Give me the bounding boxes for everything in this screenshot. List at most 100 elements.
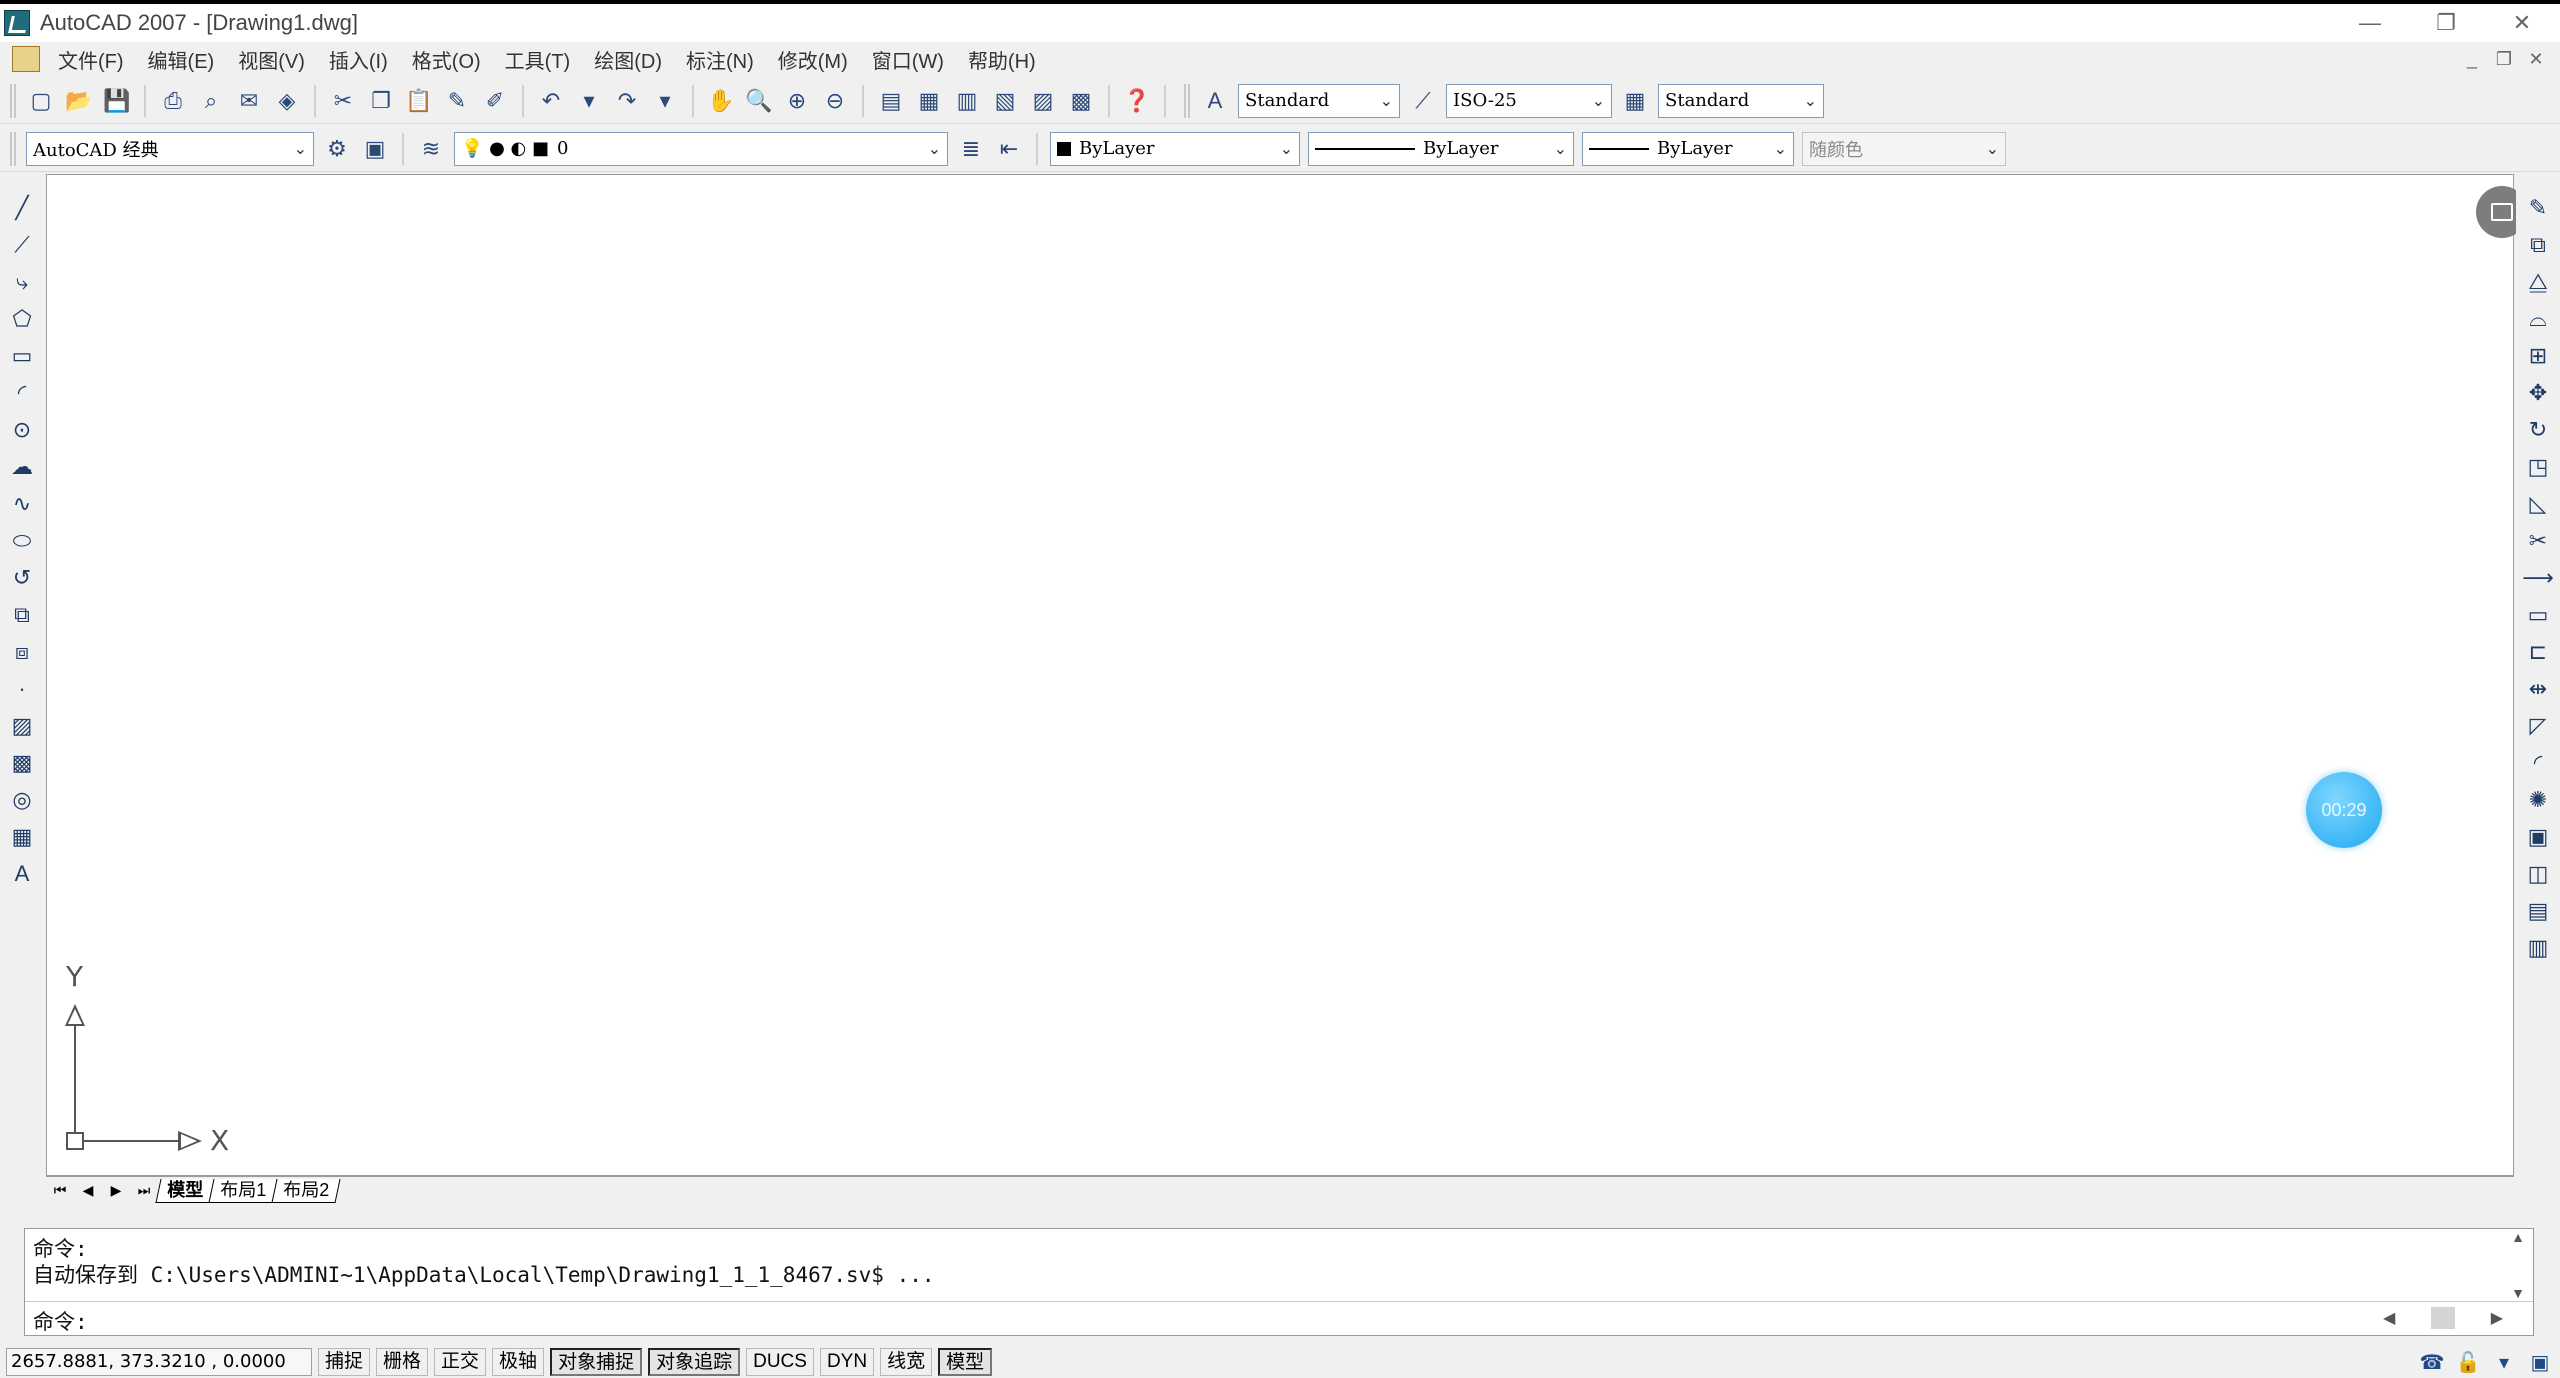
open-file-icon[interactable]: 📂: [64, 86, 94, 116]
zoom-realtime-icon[interactable]: 🔍: [744, 86, 774, 116]
circle-icon[interactable]: ⊙: [6, 414, 38, 446]
pan-icon[interactable]: ✋: [706, 86, 736, 116]
ortho-toggle[interactable]: 正交: [434, 1348, 487, 1376]
menu-view[interactable]: 视图(V): [226, 45, 317, 74]
stretch-icon[interactable]: ◺: [2522, 488, 2554, 520]
arc-icon[interactable]: ◜: [6, 377, 38, 409]
osnap-toggle[interactable]: 对象捕捉: [550, 1348, 643, 1376]
restore-button[interactable]: ❐: [2408, 4, 2484, 42]
menu-file[interactable]: 文件(F): [46, 45, 136, 74]
construction-line-icon[interactable]: ⟋: [6, 229, 38, 261]
zoom-previous-icon[interactable]: ⊖: [820, 86, 850, 116]
scroll-up-icon[interactable]: ▲: [2511, 1229, 2525, 1245]
multiline-text-icon[interactable]: A: [6, 858, 38, 890]
dim-style-select[interactable]: ISO-25 ⌄: [1446, 83, 1612, 118]
menu-edit[interactable]: 编辑(E): [136, 45, 227, 74]
break-at-point-icon[interactable]: ▭: [2522, 599, 2554, 631]
layer-manager-icon[interactable]: ≋: [416, 134, 446, 164]
make-layer-current-icon[interactable]: ≣: [956, 134, 986, 164]
hatch-icon[interactable]: ▨: [6, 710, 38, 742]
break-icon[interactable]: ⊏: [2522, 636, 2554, 668]
minimize-button[interactable]: —: [2332, 4, 2408, 42]
color-select[interactable]: ByLayer ⌄: [1050, 131, 1300, 166]
bring-above-icon[interactable]: ▤: [2522, 895, 2554, 927]
toolbar-grip[interactable]: [1184, 83, 1190, 118]
undo-icon[interactable]: ↶: [536, 86, 566, 116]
command-horizontal-scrollbar[interactable]: ◀ ▶: [2383, 1304, 2503, 1332]
make-block-icon[interactable]: ⧈: [6, 636, 38, 668]
insert-block-icon[interactable]: ⧉: [6, 599, 38, 631]
rotate-icon[interactable]: ↻: [2522, 414, 2554, 446]
first-tab-icon[interactable]: ⏮: [46, 1179, 74, 1203]
revision-cloud-icon[interactable]: ☁: [6, 451, 38, 483]
scale-icon[interactable]: ◳: [2522, 451, 2554, 483]
design-center-icon[interactable]: ▦: [914, 86, 944, 116]
trim-icon[interactable]: ✂: [2522, 525, 2554, 557]
point-icon[interactable]: ·: [6, 673, 38, 705]
paste-icon[interactable]: 📋: [404, 86, 434, 116]
calculator-icon[interactable]: ▩: [1066, 86, 1096, 116]
ellipse-arc-icon[interactable]: ↺: [6, 562, 38, 594]
last-tab-icon[interactable]: ⏭: [130, 1179, 158, 1203]
undo-dropdown-icon[interactable]: ▾: [574, 86, 604, 116]
command-history-scrollbar[interactable]: ▲ ▼: [2503, 1229, 2533, 1301]
tool-palettes-icon[interactable]: ▥: [952, 86, 982, 116]
offset-icon[interactable]: ⌓: [2522, 303, 2554, 335]
tab-layout2[interactable]: 布局2: [271, 1178, 341, 1203]
grid-toggle[interactable]: 栅格: [376, 1348, 429, 1376]
markup-icon[interactable]: ▨: [1028, 86, 1058, 116]
print-icon[interactable]: ⎙: [158, 86, 188, 116]
extend-icon[interactable]: ⟶: [2522, 562, 2554, 594]
menu-draw[interactable]: 绘图(D): [582, 45, 674, 74]
polygon-icon[interactable]: ⬠: [6, 303, 38, 335]
tab-model[interactable]: 模型: [155, 1178, 215, 1203]
table-icon[interactable]: ▦: [6, 821, 38, 853]
command-input[interactable]: 命令: ◀ ▶: [25, 1301, 2533, 1335]
spline-icon[interactable]: ∿: [6, 488, 38, 520]
table-style-select[interactable]: Standard ⌄: [1658, 83, 1824, 118]
drawing-canvas[interactable]: [46, 174, 2514, 1176]
publish-icon[interactable]: ✉: [234, 86, 264, 116]
menu-insert[interactable]: 插入(I): [317, 45, 400, 74]
scroll-right-icon[interactable]: ▶: [2491, 1308, 2503, 1328]
cut-icon[interactable]: ✂: [328, 86, 358, 116]
tab-layout1[interactable]: 布局1: [208, 1178, 278, 1203]
coordinate-display[interactable]: 2657.8881, 373.3210 , 0.0000: [6, 1348, 312, 1376]
doc-close-button[interactable]: ✕: [2520, 49, 2552, 70]
scroll-down-icon[interactable]: ▼: [2511, 1285, 2525, 1301]
menu-tools[interactable]: 工具(T): [493, 45, 583, 74]
array-icon[interactable]: ⊞: [2522, 340, 2554, 372]
send-under-icon[interactable]: ▥: [2522, 932, 2554, 964]
draw-order-front-icon[interactable]: ▣: [2522, 821, 2554, 853]
rectangle-icon[interactable]: ▭: [6, 340, 38, 372]
join-icon[interactable]: ⇹: [2522, 673, 2554, 705]
clean-screen-icon[interactable]: ▣: [2526, 1348, 2554, 1376]
fillet-icon[interactable]: ◜: [2522, 747, 2554, 779]
layer-previous-icon[interactable]: ⇤: [994, 134, 1024, 164]
workspace-settings-icon[interactable]: ⚙: [322, 134, 352, 164]
menu-help[interactable]: 帮助(H): [956, 45, 1048, 74]
save-icon[interactable]: 💾: [102, 86, 132, 116]
toolbar-grip[interactable]: [10, 83, 16, 118]
linetype-select[interactable]: ByLayer ⌄: [1308, 131, 1574, 166]
workspace-save-icon[interactable]: ▣: [360, 134, 390, 164]
redo-dropdown-icon[interactable]: ▾: [650, 86, 680, 116]
match-properties-icon[interactable]: ✎: [442, 86, 472, 116]
layer-select[interactable]: 💡 ● ◐ ■ 0 ⌄: [454, 131, 948, 166]
text-style-select[interactable]: Standard ⌄: [1238, 83, 1400, 118]
lineweight-toggle[interactable]: 线宽: [880, 1348, 933, 1376]
menu-dimension[interactable]: 标注(N): [674, 45, 766, 74]
autocad-app-icon[interactable]: [4, 10, 30, 36]
ducs-toggle[interactable]: DUCS: [746, 1348, 814, 1376]
help-icon[interactable]: ❓: [1122, 86, 1152, 116]
polyline-icon[interactable]: ⤷: [6, 266, 38, 298]
lock-icon[interactable]: 🔓: [2454, 1348, 2482, 1376]
menu-modify[interactable]: 修改(M): [766, 45, 860, 74]
copy-icon[interactable]: ❐: [366, 86, 396, 116]
block-editor-icon[interactable]: ✐: [480, 86, 510, 116]
erase-icon[interactable]: ✎: [2522, 192, 2554, 224]
menu-window[interactable]: 窗口(W): [860, 45, 956, 74]
draw-order-back-icon[interactable]: ◫: [2522, 858, 2554, 890]
next-tab-icon[interactable]: ▶: [102, 1179, 130, 1203]
snap-toggle[interactable]: 捕捉: [318, 1348, 371, 1376]
